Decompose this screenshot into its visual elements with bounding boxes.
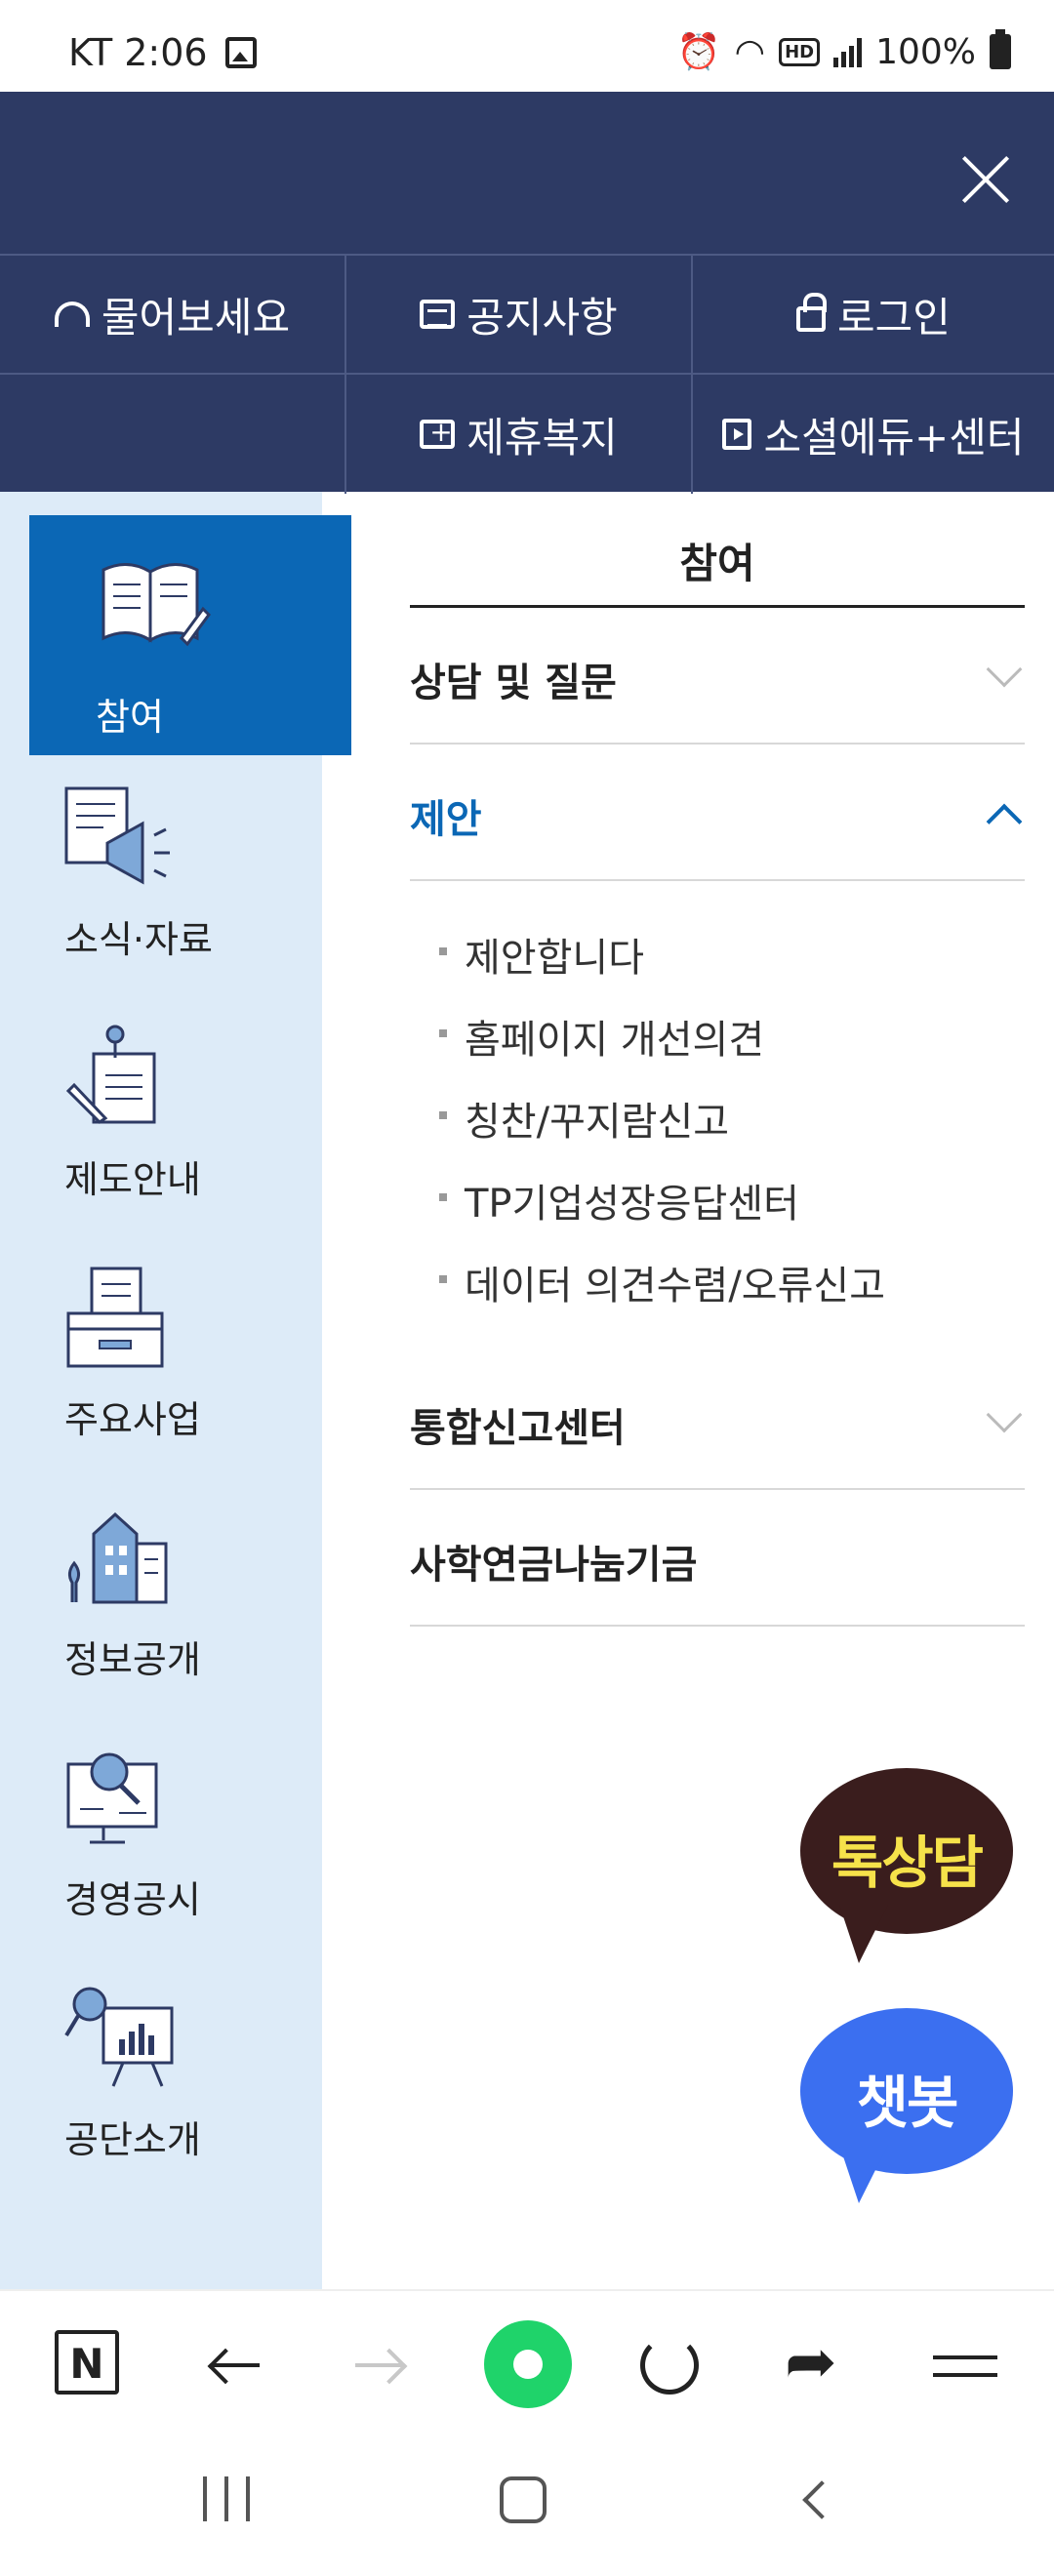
- hd-voice-icon: HD: [779, 37, 821, 66]
- sub-item-homepage-feedback[interactable]: 홈페이지 개선의견: [439, 1008, 764, 1065]
- header-menu-row: 물어보세요 공지사항 로그인: [0, 256, 1054, 375]
- chevron-down-icon: [986, 1396, 1023, 1433]
- status-right: ⏰ ◠ HD 100%: [676, 29, 1011, 72]
- sidebar-label: 소식·자료: [64, 918, 213, 961]
- chevron-up-icon: [986, 803, 1023, 840]
- signal-icon: [833, 36, 863, 67]
- sidebar-item-info-disclosure[interactable]: 정보공개: [29, 1475, 351, 1715]
- sidebar-label: 참여: [96, 696, 164, 739]
- wifi-icon: ◠: [734, 31, 766, 72]
- presentation-board-icon: [64, 1987, 174, 2087]
- sub-item-propose[interactable]: 제안합니다: [439, 926, 644, 983]
- menu-icon[interactable]: [933, 2330, 1003, 2400]
- sub-item-label: 데이터 의견수렴/오류신고: [465, 1264, 885, 1308]
- sidebar-item-about[interactable]: 공단소개: [29, 1955, 351, 2195]
- talk-consult-button[interactable]: 톡상담: [800, 1768, 1015, 1963]
- accordion-label: 사학연금나눔기금: [410, 1543, 698, 1588]
- android-nav-bar: [0, 2435, 1054, 2576]
- battery-icon: [990, 29, 1011, 69]
- alarm-icon: ⏰: [676, 32, 721, 72]
- lock-icon: [796, 293, 828, 332]
- sidebar-item-system-guide[interactable]: 제도안내: [29, 995, 351, 1235]
- sidebar-label: 공단소개: [64, 2118, 201, 2161]
- menu-empty-cell: [0, 375, 346, 494]
- close-menu-button[interactable]: [947, 141, 1025, 219]
- sidebar-label: 정보공개: [64, 1638, 201, 1681]
- talk-bubble-tail: [839, 1905, 888, 1963]
- menu-notice-button[interactable]: 공지사항: [346, 256, 693, 373]
- sub-item-label: 홈페이지 개선의견: [465, 1018, 765, 1063]
- accordion-sharing-fund[interactable]: 사학연금나눔기금: [410, 1490, 1025, 1627]
- header-menu-grid: 물어보세요 공지사항 로그인 제휴복지 소셜에듀+센터: [0, 254, 1054, 494]
- menu-social-edu-button[interactable]: 소셜에듀+센터: [693, 375, 1054, 494]
- forward-arrow-button[interactable]: [345, 2330, 416, 2400]
- sidebar-label: 주요사업: [64, 1398, 201, 1441]
- headset-icon: [54, 302, 90, 327]
- battery-percent: 100%: [875, 31, 976, 72]
- home-button[interactable]: [500, 2476, 547, 2523]
- accordion-report-center[interactable]: 통합신고센터: [410, 1353, 1025, 1490]
- first-aid-kit-icon: [420, 416, 456, 449]
- back-arrow-button[interactable]: [199, 2330, 269, 2400]
- menu-welfare-button[interactable]: 제휴복지: [346, 375, 693, 494]
- back-button[interactable]: [802, 2480, 841, 2519]
- carrier-time: KT 2:06: [68, 31, 208, 74]
- menu-ask-button[interactable]: 물어보세요: [0, 256, 346, 373]
- open-book-icon: [101, 563, 211, 647]
- building-icon: [67, 1511, 168, 1604]
- accordion-consulting[interactable]: 상담 및 질문: [410, 608, 1025, 745]
- accordion-proposal[interactable]: 제안: [410, 745, 1025, 881]
- site-header: 물어보세요 공지사항 로그인 제휴복지 소셜에듀+센터: [0, 92, 1054, 494]
- share-icon[interactable]: [781, 2326, 851, 2400]
- megaphone-icon: [64, 786, 170, 885]
- sub-item-label: TP기업성장응답센터: [465, 1182, 799, 1227]
- sub-item-praise-report[interactable]: 칭찬/꾸지람신고: [439, 1090, 729, 1147]
- sub-item-label: 제안합니다: [465, 936, 644, 981]
- sidebar-item-participation[interactable]: 참여: [29, 515, 351, 755]
- talk-consult-label: 톡상담: [831, 1830, 984, 1896]
- sub-item-data-feedback[interactable]: 데이터 의견수렴/오류신고: [439, 1254, 885, 1310]
- chatbot-button[interactable]: 챗봇: [800, 2008, 1015, 2203]
- sidebar-item-news[interactable]: 소식·자료: [29, 755, 351, 995]
- image-notification-icon: [224, 37, 257, 68]
- video-icon: [722, 419, 752, 450]
- chatbot-bubble-tail: [839, 2145, 888, 2203]
- header-menu-row: 제휴복지 소셜에듀+센터: [0, 375, 1054, 494]
- menu-welfare-label: 제휴복지: [466, 413, 618, 462]
- notice-icon: [420, 300, 456, 329]
- sidebar-label: 경영공시: [64, 1878, 201, 1921]
- naver-home-button[interactable]: N: [55, 2330, 119, 2395]
- status-left: KT 2:06: [68, 31, 257, 74]
- sub-item-tp-center[interactable]: TP기업성장응답센터: [439, 1172, 799, 1228]
- document-pen-icon: [65, 1025, 156, 1124]
- sidebar-label: 제도안내: [64, 1158, 201, 1201]
- sub-item-label: 칭찬/꾸지람신고: [465, 1100, 730, 1145]
- reload-icon[interactable]: [640, 2336, 699, 2395]
- content-title: 참여: [679, 540, 755, 587]
- menu-login-label: 로그인: [837, 293, 951, 342]
- menu-social-edu-label: 소셜에듀+센터: [763, 413, 1025, 462]
- accordion-label: 제안: [410, 797, 482, 842]
- status-bar: KT 2:06 ⏰ ◠ HD 100%: [0, 0, 1054, 92]
- accordion-label: 통합신고센터: [410, 1406, 626, 1451]
- browser-toolbar: N: [0, 2289, 1054, 2435]
- green-dot-button[interactable]: [484, 2320, 572, 2408]
- chevron-down-icon: [986, 651, 1023, 688]
- category-sidebar: 참여 소식·자료 제도안내 주요사업 정보공개 경영공시 공단소개: [0, 492, 351, 2289]
- accordion-label: 상담 및 질문: [410, 661, 617, 705]
- menu-login-button[interactable]: 로그인: [693, 256, 1054, 373]
- chatbot-label: 챗봇: [856, 2070, 959, 2136]
- inbox-tray-icon: [66, 1267, 164, 1368]
- recent-apps-button[interactable]: [203, 2476, 250, 2521]
- menu-ask-label: 물어보세요: [101, 293, 291, 342]
- sidebar-item-management-disclosure[interactable]: 경영공시: [29, 1715, 351, 1955]
- monitor-search-icon: [66, 1752, 158, 1844]
- menu-notice-label: 공지사항: [466, 293, 618, 342]
- sidebar-item-major-projects[interactable]: 주요사업: [29, 1235, 351, 1475]
